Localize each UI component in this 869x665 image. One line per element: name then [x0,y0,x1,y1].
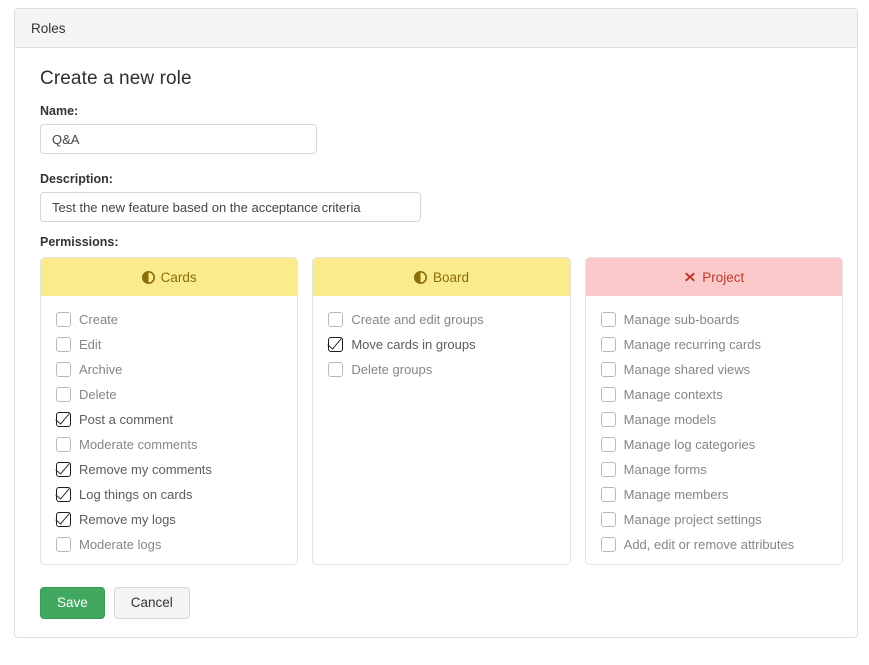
permission-list-board: Create and edit groups Move cards in grou… [313,296,569,564]
permission-item-label: Manage models [623,412,717,427]
checkbox-unchecked-icon[interactable] [600,312,616,327]
permission-item[interactable]: Remove my logs [41,507,297,532]
checkbox-unchecked-icon[interactable] [600,412,616,427]
name-input[interactable] [40,124,317,154]
permission-item[interactable]: Edit [41,332,297,357]
permission-item[interactable]: Manage members [586,482,842,507]
permission-group-cards-title: Cards [160,269,197,285]
form-actions: Save Cancel [40,587,843,619]
permission-item[interactable]: Moderate logs [41,532,297,557]
cancel-button[interactable]: Cancel [113,587,190,619]
permission-item[interactable]: Moderate comments [41,432,297,457]
permission-item[interactable]: Archive [41,357,297,382]
checkbox-checked-icon[interactable] [56,487,71,502]
checkbox-unchecked-icon[interactable] [600,462,616,477]
description-label: Description: [40,172,113,186]
permission-item[interactable]: Manage shared views [586,357,842,382]
permission-item[interactable]: Create [41,307,297,332]
checkbox-checked-icon[interactable] [56,512,71,527]
permission-item[interactable]: Manage recurring cards [586,332,842,357]
permission-item[interactable]: Remove my comments [41,457,297,482]
permission-groups: Cards Create Edit Archive Delete Post a comm… [40,257,843,565]
permission-item[interactable]: Manage contexts [586,382,842,407]
permission-item-label: Manage sub-boards [623,312,740,327]
checkbox-unchecked-icon[interactable] [600,512,616,527]
permission-item[interactable]: Add, edit or remove attributes [586,532,842,557]
permission-item[interactable]: Manage sub-boards [586,307,842,332]
permission-item[interactable]: Delete [41,382,297,407]
contrast-icon [141,270,155,284]
permission-item-label: Remove my logs [79,512,176,527]
permission-item[interactable]: Manage log categories [586,432,842,457]
checkbox-unchecked-icon[interactable] [56,312,71,327]
checkbox-checked-icon[interactable] [56,462,71,477]
permission-item-label: Manage recurring cards [623,337,761,352]
checkbox-unchecked-icon[interactable] [600,537,616,552]
name-label: Name: [40,104,79,118]
checkbox-unchecked-icon[interactable] [600,337,616,352]
checkbox-unchecked-icon[interactable] [600,437,616,452]
page-title: Roles [31,20,66,36]
checkbox-unchecked-icon[interactable] [328,362,344,377]
permission-item-label: Manage forms [623,462,707,477]
permission-list-project: Manage sub-boards Manage recurring cards M… [586,296,842,564]
roles-page: Roles Create a new role Name: Descriptio… [0,0,869,665]
cross-icon [683,271,696,284]
permission-group-project-header: Project [585,258,842,296]
checkbox-unchecked-icon[interactable] [600,387,616,402]
permission-item-label: Manage contexts [623,387,723,402]
permission-group-board-header: Board [313,258,570,296]
permission-item-label: Manage shared views [623,362,751,377]
permission-item[interactable]: Manage forms [586,457,842,482]
contrast-icon [413,270,427,284]
permission-item-label: Post a comment [79,412,173,427]
permission-item-label: Delete groups [351,362,433,377]
checkbox-unchecked-icon[interactable] [56,537,71,552]
permission-group-board-title: Board [432,269,469,285]
checkbox-unchecked-icon[interactable] [56,362,71,377]
permission-item-label: Moderate logs [79,537,162,552]
permission-item[interactable]: Delete groups [313,357,569,382]
permission-item-label: Manage members [623,487,729,502]
checkbox-unchecked-icon[interactable] [328,312,344,327]
permission-group-project-title: Project [702,269,745,285]
permission-item-label: Remove my comments [79,462,212,477]
permission-group-project: Project Manage sub-boards Manage recurrin… [584,257,843,565]
checkbox-unchecked-icon[interactable] [600,487,616,502]
checkbox-unchecked-icon[interactable] [56,387,71,402]
save-button[interactable]: Save [40,587,105,619]
form-title: Create a new role [40,68,192,89]
permission-item-label: Delete [79,387,117,402]
permission-item-label: Log things on cards [79,487,193,502]
permission-item-label: Manage project settings [623,512,762,527]
permission-item-label: Manage log categories [623,437,756,452]
checkbox-unchecked-icon[interactable] [600,362,616,377]
permission-item-label: Edit [79,337,102,352]
permission-item[interactable]: Create and edit groups [313,307,569,332]
permission-item-label: Archive [79,362,123,377]
permission-item-label: Moderate comments [79,437,198,452]
permission-group-cards: Cards Create Edit Archive Delete Post a comm… [40,257,299,565]
permission-item[interactable]: Move cards in groups [313,332,569,357]
card-header: Roles [15,9,857,48]
permission-item[interactable]: Post a comment [41,407,297,432]
permission-item-label: Create and edit groups [351,312,484,327]
checkbox-unchecked-icon[interactable] [56,337,71,352]
permission-item[interactable]: Manage models [586,407,842,432]
permission-item[interactable]: Manage project settings [586,507,842,532]
description-input[interactable] [40,192,421,222]
permission-list-cards: Create Edit Archive Delete Post a comment Mod… [41,296,297,564]
checkbox-checked-icon[interactable] [56,412,71,427]
checkbox-unchecked-icon[interactable] [56,437,71,452]
permission-item-label: Create [79,312,119,327]
checkbox-checked-icon[interactable] [328,337,344,352]
permission-group-board: Board Create and edit groups Move cards i… [312,257,571,565]
permission-item-label: Move cards in groups [351,337,476,352]
permission-group-cards-header: Cards [41,258,298,296]
card-body: Create a new role Name: Description: Per… [15,48,857,637]
permission-item[interactable]: Log things on cards [41,482,297,507]
roles-card: Roles Create a new role Name: Descriptio… [14,8,858,638]
permission-item-label: Add, edit or remove attributes [623,537,795,552]
permissions-label: Permissions: [40,235,119,249]
